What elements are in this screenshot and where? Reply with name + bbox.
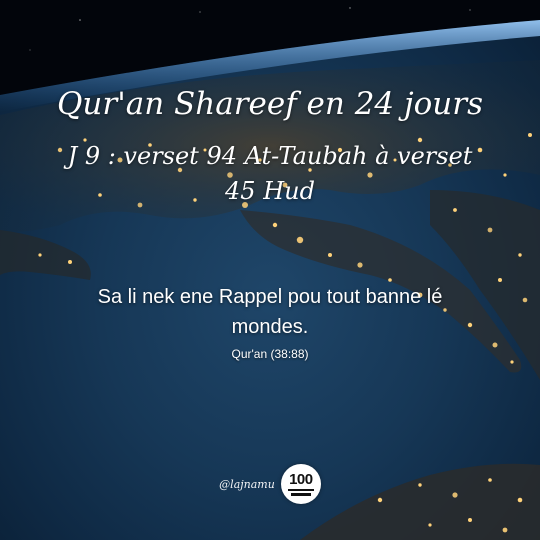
land-west-coast [0,230,91,280]
social-handle: @lajnamu [219,477,275,491]
quote-reference: Qur'an (38:88) [231,347,309,361]
footer: @lajnamu 100 [0,462,540,506]
badge-number: 100 [289,471,313,488]
badge-line-bottom [290,493,311,496]
title-subtitle-line1: J 9 : verset 94 At-Taubah à verset [67,142,473,170]
badge-line [287,489,314,491]
anniversary-badge-logo: 100 [280,464,321,504]
earth-night-background [0,0,540,540]
post-image: Qur'an Shareef en 24 jours J 9 : verset … [0,0,540,540]
title-subtitle-line2: 45 Hud [225,177,315,205]
quote-text: Sa li nek ene Rappel pou tout banne lé m… [97,286,443,338]
title-main: Qur'an Shareef en 24 jours [57,86,483,122]
